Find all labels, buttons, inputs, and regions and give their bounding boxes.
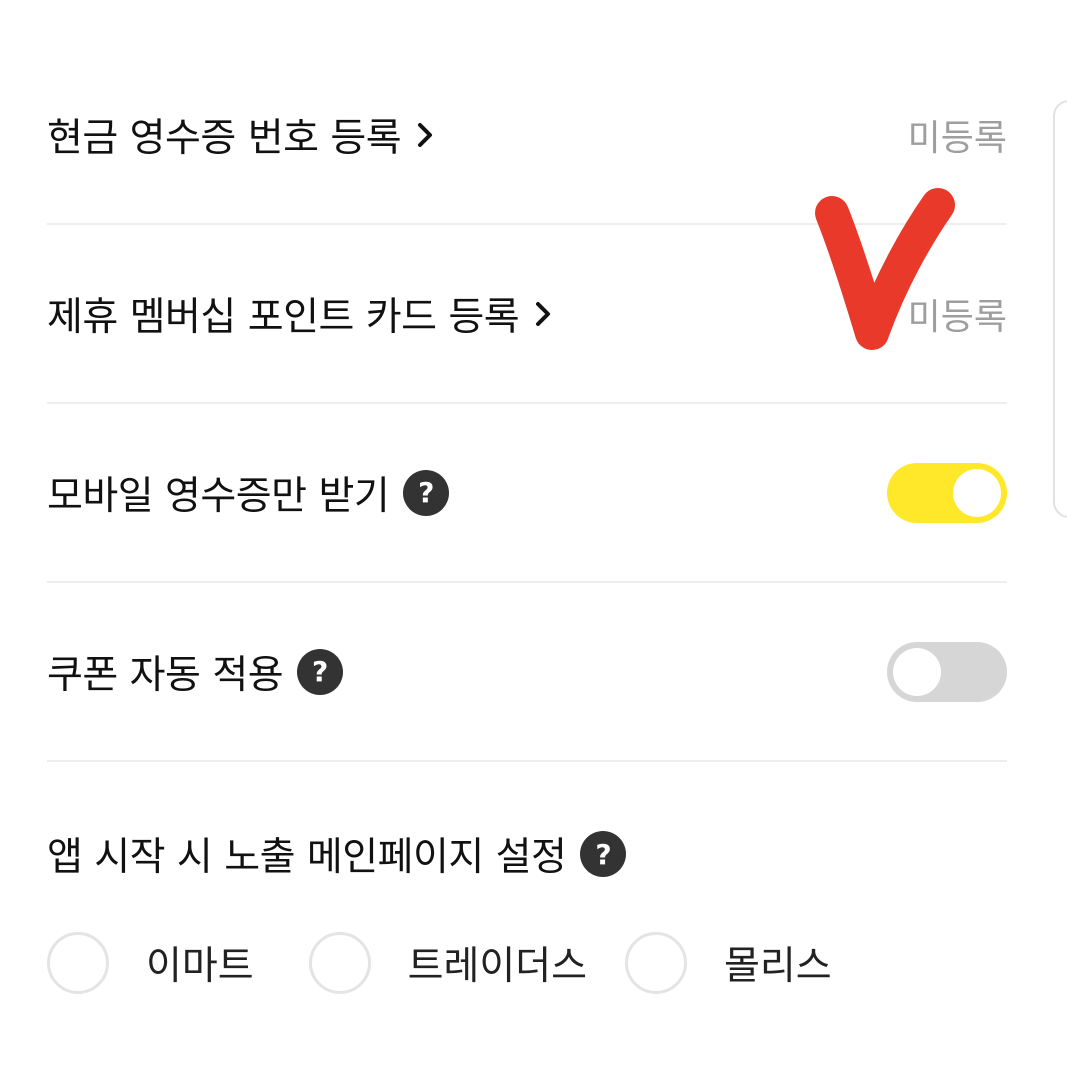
mobile-receipt-row: 모바일 영수증만 받기 ? — [47, 404, 1007, 583]
radio-option-traders[interactable]: 트레이더스 — [308, 932, 588, 994]
question-circle-icon[interactable]: ? — [403, 469, 450, 516]
membership-card-link[interactable]: 제휴 멤버십 포인트 카드 등록 — [47, 286, 551, 342]
radio-label: 몰리스 — [724, 944, 832, 989]
start-page-options: 이마트 트레이더스 몰리스 — [47, 932, 832, 994]
membership-card-label: 제휴 멤버십 포인트 카드 등록 — [47, 294, 520, 340]
side-panel-edge — [1053, 100, 1067, 518]
mobile-receipt-label: 모바일 영수증만 받기 — [47, 473, 390, 519]
start-page-title: 앱 시작 시 노출 메인페이지 설정 — [47, 835, 567, 880]
toggle-knob — [893, 647, 941, 696]
chevron-right-icon — [535, 301, 551, 327]
cash-receipt-label: 현금 영수증 번호 등록 — [47, 115, 402, 161]
radio-label: 이마트 — [146, 944, 254, 989]
radio-button[interactable] — [308, 932, 371, 994]
auto-coupon-toggle[interactable] — [887, 641, 1007, 702]
radio-option-mollys[interactable]: 몰리스 — [625, 932, 832, 994]
auto-coupon-label: 쿠폰 자동 적용 — [47, 652, 284, 698]
cash-receipt-status: 미등록 — [907, 117, 1007, 159]
radio-option-emart[interactable]: 이마트 — [47, 932, 254, 994]
radio-button[interactable] — [625, 932, 688, 994]
toggle-knob — [953, 468, 1001, 517]
check-mark-annotation — [815, 188, 955, 350]
radio-label: 트레이더스 — [407, 944, 588, 989]
chevron-right-icon — [417, 122, 433, 148]
auto-coupon-row: 쿠폰 자동 적용 ? — [47, 583, 1007, 762]
radio-button[interactable] — [47, 932, 109, 994]
start-page-section-title: 앱 시작 시 노출 메인페이지 설정 ? — [47, 826, 627, 882]
question-circle-icon[interactable]: ? — [580, 831, 627, 877]
settings-list: 현금 영수증 번호 등록 미등록 제휴 멤버십 포인트 카드 등록 미등록 모바… — [47, 46, 1007, 762]
cash-receipt-link[interactable]: 현금 영수증 번호 등록 — [47, 107, 433, 163]
question-circle-icon[interactable]: ? — [297, 648, 344, 695]
mobile-receipt-toggle[interactable] — [887, 462, 1007, 523]
